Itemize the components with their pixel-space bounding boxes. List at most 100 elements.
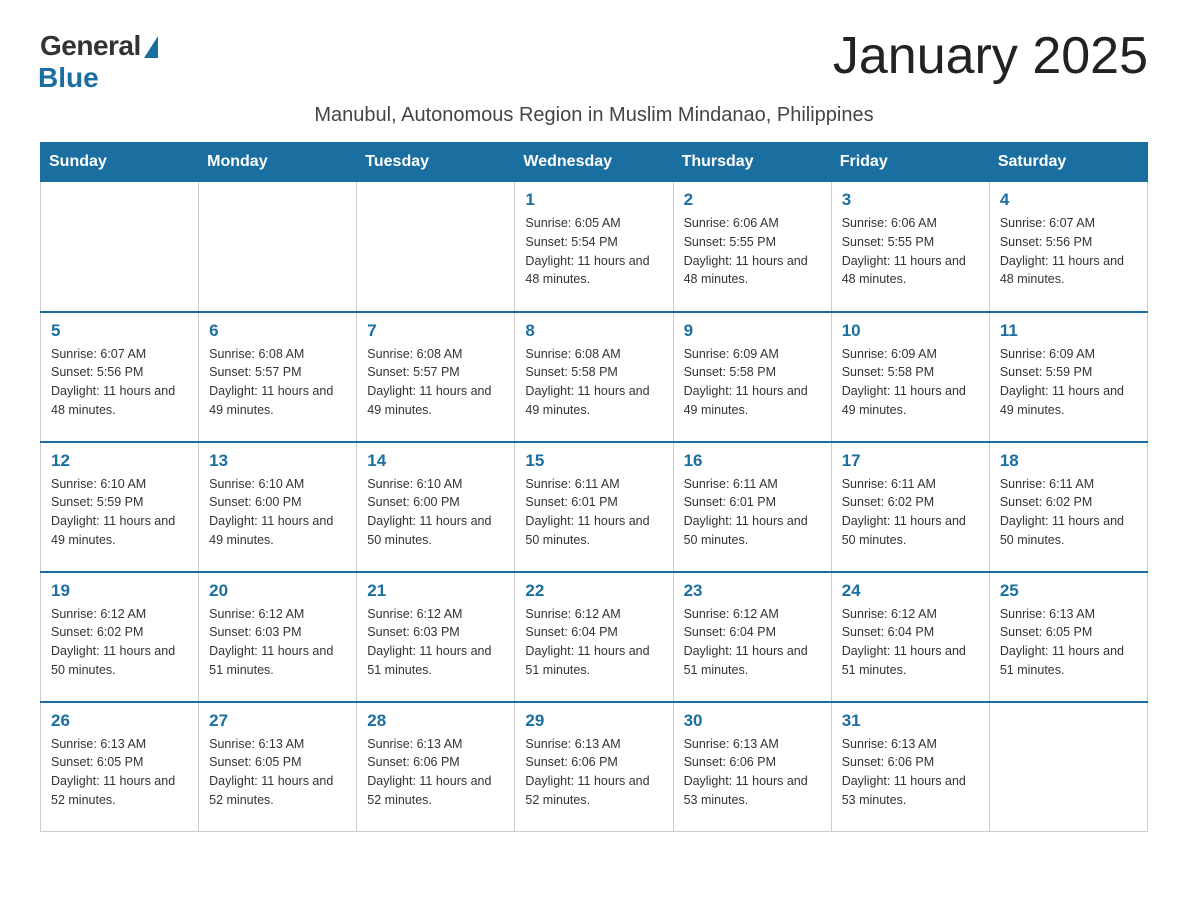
day-info: Sunrise: 6:08 AM Sunset: 5:58 PM Dayligh…	[525, 345, 662, 420]
day-number: 5	[51, 321, 188, 341]
day-number: 4	[1000, 190, 1137, 210]
calendar-cell: 16Sunrise: 6:11 AM Sunset: 6:01 PM Dayli…	[673, 442, 831, 572]
day-info: Sunrise: 6:12 AM Sunset: 6:04 PM Dayligh…	[684, 605, 821, 680]
weekday-header-tuesday: Tuesday	[357, 143, 515, 182]
calendar-cell: 1 Sunrise: 6:05 AM Sunset: 5:54 PM Daylig…	[515, 182, 673, 312]
calendar-cell: 19 Sunrise: 6:12 AM Sunset: 6:02 PM Dayli…	[41, 572, 199, 702]
day-number: 11	[1000, 321, 1137, 341]
day-info: Sunrise: 6:10 AM Sunset: 6:00 PM Dayligh…	[209, 475, 346, 550]
calendar-cell: 3 Sunrise: 6:06 AM Sunset: 5:55 PM Daylig…	[831, 182, 989, 312]
day-number: 7	[367, 321, 504, 341]
calendar-cell: 26Sunrise: 6:13 AM Sunset: 6:05 PM Dayli…	[41, 702, 199, 832]
calendar-cell: 25 Sunrise: 6:13 AM Sunset: 6:05 PM Dayli…	[989, 572, 1147, 702]
day-info: Sunrise: 6:08 AM Sunset: 5:57 PM Dayligh…	[209, 345, 346, 420]
day-number: 17	[842, 451, 979, 471]
calendar-subtitle: Manubul, Autonomous Region in Muslim Min…	[40, 104, 1148, 127]
day-info: Sunrise: 6:12 AM Sunset: 6:04 PM Dayligh…	[525, 605, 662, 680]
day-info: Sunrise: 6:13 AM Sunset: 6:06 PM Dayligh…	[842, 735, 979, 810]
calendar-cell: 21Sunrise: 6:12 AM Sunset: 6:03 PM Dayli…	[357, 572, 515, 702]
calendar-cell	[989, 702, 1147, 832]
calendar-cell: 2Sunrise: 6:06 AM Sunset: 5:55 PM Daylig…	[673, 182, 831, 312]
calendar-cell: 18 Sunrise: 6:11 AM Sunset: 6:02 PM Dayli…	[989, 442, 1147, 572]
header: General Blue January 2025	[40, 30, 1148, 94]
calendar-cell: 9 Sunrise: 6:09 AM Sunset: 5:58 PM Daylig…	[673, 312, 831, 442]
calendar-cell: 10 Sunrise: 6:09 AM Sunset: 5:58 PM Dayli…	[831, 312, 989, 442]
day-number: 27	[209, 711, 346, 731]
day-info: Sunrise: 6:12 AM Sunset: 6:03 PM Dayligh…	[209, 605, 346, 680]
calendar-cell: 24Sunrise: 6:12 AM Sunset: 6:04 PM Dayli…	[831, 572, 989, 702]
calendar-title: January 2025	[833, 30, 1148, 82]
day-number: 30	[684, 711, 821, 731]
logo: General Blue	[40, 30, 158, 94]
day-info: Sunrise: 6:13 AM Sunset: 6:06 PM Dayligh…	[684, 735, 821, 810]
day-number: 6	[209, 321, 346, 341]
day-info: Sunrise: 6:09 AM Sunset: 5:58 PM Dayligh…	[842, 345, 979, 420]
day-number: 19	[51, 581, 188, 601]
day-number: 25	[1000, 581, 1137, 601]
weekday-header-friday: Friday	[831, 143, 989, 182]
day-number: 18	[1000, 451, 1137, 471]
day-number: 12	[51, 451, 188, 471]
calendar-week-row: 26 Sunrise: 6:13 AM Sunset: 6:05 PM Dayli…	[41, 702, 1148, 832]
day-number: 20	[209, 581, 346, 601]
day-info: Sunrise: 6:11 AM Sunset: 6:02 PM Dayligh…	[1000, 475, 1137, 550]
calendar-cell: 15 Sunrise: 6:11 AM Sunset: 6:01 PM Dayli…	[515, 442, 673, 572]
calendar-cell: 31Sunrise: 6:13 AM Sunset: 6:06 PM Dayli…	[831, 702, 989, 832]
day-info: Sunrise: 6:09 AM Sunset: 5:59 PM Dayligh…	[1000, 345, 1137, 420]
calendar-cell: 30 Sunrise: 6:13 AM Sunset: 6:06 PM Dayli…	[673, 702, 831, 832]
day-number: 9	[684, 321, 821, 341]
calendar-cell: 12Sunrise: 6:10 AM Sunset: 5:59 PM Dayli…	[41, 442, 199, 572]
logo-general-text: General	[40, 30, 141, 62]
day-info: Sunrise: 6:05 AM Sunset: 5:54 PM Dayligh…	[525, 214, 662, 289]
calendar-cell: 4Sunrise: 6:07 AM Sunset: 5:56 PM Daylig…	[989, 182, 1147, 312]
day-info: Sunrise: 6:06 AM Sunset: 5:55 PM Dayligh…	[684, 214, 821, 289]
day-info: Sunrise: 6:10 AM Sunset: 6:00 PM Dayligh…	[367, 475, 504, 550]
weekday-header-sunday: Sunday	[41, 143, 199, 182]
calendar-week-row: 12Sunrise: 6:10 AM Sunset: 5:59 PM Dayli…	[41, 442, 1148, 572]
weekday-header-thursday: Thursday	[673, 143, 831, 182]
calendar-body: 1 Sunrise: 6:05 AM Sunset: 5:54 PM Daylig…	[41, 182, 1148, 832]
calendar-cell: 29Sunrise: 6:13 AM Sunset: 6:06 PM Dayli…	[515, 702, 673, 832]
calendar-cell: 14 Sunrise: 6:10 AM Sunset: 6:00 PM Dayli…	[357, 442, 515, 572]
day-info: Sunrise: 6:11 AM Sunset: 6:01 PM Dayligh…	[525, 475, 662, 550]
weekday-header-row: SundayMondayTuesdayWednesdayThursdayFrid…	[41, 143, 1148, 182]
day-number: 26	[51, 711, 188, 731]
calendar-cell: 8 Sunrise: 6:08 AM Sunset: 5:58 PM Daylig…	[515, 312, 673, 442]
calendar-cell: 11 Sunrise: 6:09 AM Sunset: 5:59 PM Dayli…	[989, 312, 1147, 442]
calendar-cell: 6 Sunrise: 6:08 AM Sunset: 5:57 PM Daylig…	[199, 312, 357, 442]
calendar-cell: 20 Sunrise: 6:12 AM Sunset: 6:03 PM Dayli…	[199, 572, 357, 702]
day-info: Sunrise: 6:11 AM Sunset: 6:02 PM Dayligh…	[842, 475, 979, 550]
day-info: Sunrise: 6:09 AM Sunset: 5:58 PM Dayligh…	[684, 345, 821, 420]
calendar-week-row: 1 Sunrise: 6:05 AM Sunset: 5:54 PM Daylig…	[41, 182, 1148, 312]
calendar-cell	[199, 182, 357, 312]
day-number: 13	[209, 451, 346, 471]
day-number: 10	[842, 321, 979, 341]
day-number: 14	[367, 451, 504, 471]
calendar-week-row: 19 Sunrise: 6:12 AM Sunset: 6:02 PM Dayli…	[41, 572, 1148, 702]
day-info: Sunrise: 6:13 AM Sunset: 6:06 PM Dayligh…	[525, 735, 662, 810]
calendar-cell: 28 Sunrise: 6:13 AM Sunset: 6:06 PM Dayli…	[357, 702, 515, 832]
day-number: 16	[684, 451, 821, 471]
day-number: 23	[684, 581, 821, 601]
weekday-header-saturday: Saturday	[989, 143, 1147, 182]
day-info: Sunrise: 6:13 AM Sunset: 6:05 PM Dayligh…	[209, 735, 346, 810]
day-info: Sunrise: 6:13 AM Sunset: 6:05 PM Dayligh…	[1000, 605, 1137, 680]
day-number: 1	[525, 190, 662, 210]
calendar-cell: 22Sunrise: 6:12 AM Sunset: 6:04 PM Dayli…	[515, 572, 673, 702]
day-number: 15	[525, 451, 662, 471]
logo-blue-text: Blue	[38, 62, 99, 94]
day-info: Sunrise: 6:13 AM Sunset: 6:06 PM Dayligh…	[367, 735, 504, 810]
day-number: 28	[367, 711, 504, 731]
day-info: Sunrise: 6:12 AM Sunset: 6:02 PM Dayligh…	[51, 605, 188, 680]
weekday-header-monday: Monday	[199, 143, 357, 182]
day-info: Sunrise: 6:06 AM Sunset: 5:55 PM Dayligh…	[842, 214, 979, 289]
day-number: 8	[525, 321, 662, 341]
calendar-cell	[357, 182, 515, 312]
day-info: Sunrise: 6:08 AM Sunset: 5:57 PM Dayligh…	[367, 345, 504, 420]
day-info: Sunrise: 6:07 AM Sunset: 5:56 PM Dayligh…	[51, 345, 188, 420]
calendar-cell: 5 Sunrise: 6:07 AM Sunset: 5:56 PM Daylig…	[41, 312, 199, 442]
calendar-table: SundayMondayTuesdayWednesdayThursdayFrid…	[40, 142, 1148, 832]
day-number: 3	[842, 190, 979, 210]
calendar-cell	[41, 182, 199, 312]
day-info: Sunrise: 6:12 AM Sunset: 6:03 PM Dayligh…	[367, 605, 504, 680]
